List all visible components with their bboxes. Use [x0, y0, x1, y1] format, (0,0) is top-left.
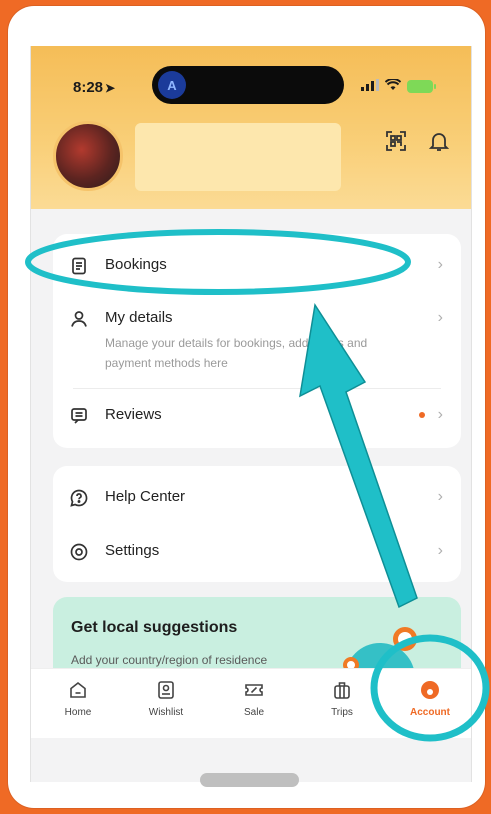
- help-center-row[interactable]: Help Center ›: [53, 488, 461, 514]
- home-icon: [67, 679, 89, 701]
- my-details-label: My details: [105, 309, 173, 326]
- wifi-icon: [384, 78, 402, 94]
- tab-sale[interactable]: Sale: [219, 679, 289, 718]
- reviews-row[interactable]: Reviews ›: [53, 406, 461, 432]
- wishlist-icon: [155, 679, 177, 701]
- chevron-right-icon: ›: [437, 488, 443, 505]
- bookings-row[interactable]: Bookings ›: [53, 256, 461, 282]
- signal-icon: [361, 79, 379, 94]
- help-center-label: Help Center: [105, 488, 186, 505]
- battery-charging-icon: [407, 80, 436, 93]
- account-header: 8:28 ➤ A: [31, 46, 471, 209]
- support-menu-card: Help Center › Settings ›: [53, 466, 461, 582]
- account-icon: [419, 679, 441, 701]
- tab-account-label: Account: [410, 707, 450, 718]
- tab-trips[interactable]: Trips: [307, 679, 377, 718]
- settings-row[interactable]: Settings ›: [53, 542, 461, 568]
- account-menu-card: Bookings › My details Manage your detail…: [53, 234, 461, 448]
- dynamic-island: A: [152, 66, 344, 104]
- tab-wishlist[interactable]: Wishlist: [131, 679, 201, 718]
- divider: [73, 388, 441, 389]
- new-dot-badge: [419, 412, 425, 418]
- location-pin-illustration: [393, 627, 417, 651]
- person-icon: [69, 309, 89, 329]
- promo-title: Get local suggestions: [71, 619, 238, 636]
- my-details-row[interactable]: My details Manage your details for booki…: [53, 309, 461, 379]
- home-indicator: [200, 773, 299, 787]
- bookings-label: Bookings: [105, 256, 167, 273]
- message-icon: [69, 406, 89, 426]
- profile-name-redacted: [135, 123, 341, 191]
- tab-trips-label: Trips: [331, 707, 353, 718]
- reviews-label: Reviews: [105, 406, 162, 423]
- phone-frame: 8:28 ➤ A Bookings › My details Manage yo…: [8, 6, 485, 808]
- help-icon: [69, 488, 89, 508]
- settings-icon: [69, 542, 89, 562]
- navigation-icon: A: [158, 71, 186, 99]
- luggage-icon: [331, 679, 353, 701]
- status-time: 8:28 ➤: [73, 79, 116, 96]
- qr-code-icon[interactable]: [383, 128, 409, 154]
- chevron-right-icon: ›: [437, 309, 443, 326]
- document-icon: [69, 256, 89, 276]
- avatar[interactable]: [53, 121, 123, 191]
- tab-sale-label: Sale: [243, 707, 264, 718]
- location-arrow-icon: ➤: [105, 81, 116, 95]
- tab-wishlist-label: Wishlist: [148, 707, 184, 718]
- tab-home-label: Home: [64, 707, 92, 718]
- chevron-right-icon: ›: [437, 542, 443, 559]
- app-screen: 8:28 ➤ A Bookings › My details Manage yo…: [30, 46, 472, 782]
- status-icons: [361, 78, 436, 94]
- tab-home[interactable]: Home: [43, 679, 113, 718]
- bell-icon[interactable]: [426, 128, 452, 154]
- bottom-tab-bar: Home Wishlist Sale Trips Account: [31, 668, 471, 738]
- my-details-description: Manage your details for bookings, addres…: [105, 336, 368, 370]
- chevron-right-icon: ›: [437, 256, 443, 273]
- sale-ticket-icon: [243, 679, 265, 701]
- promo-description: Add your country/region of residence: [71, 653, 268, 667]
- tab-account[interactable]: Account: [395, 679, 465, 718]
- settings-label: Settings: [105, 542, 160, 559]
- chevron-right-icon: ›: [437, 406, 443, 423]
